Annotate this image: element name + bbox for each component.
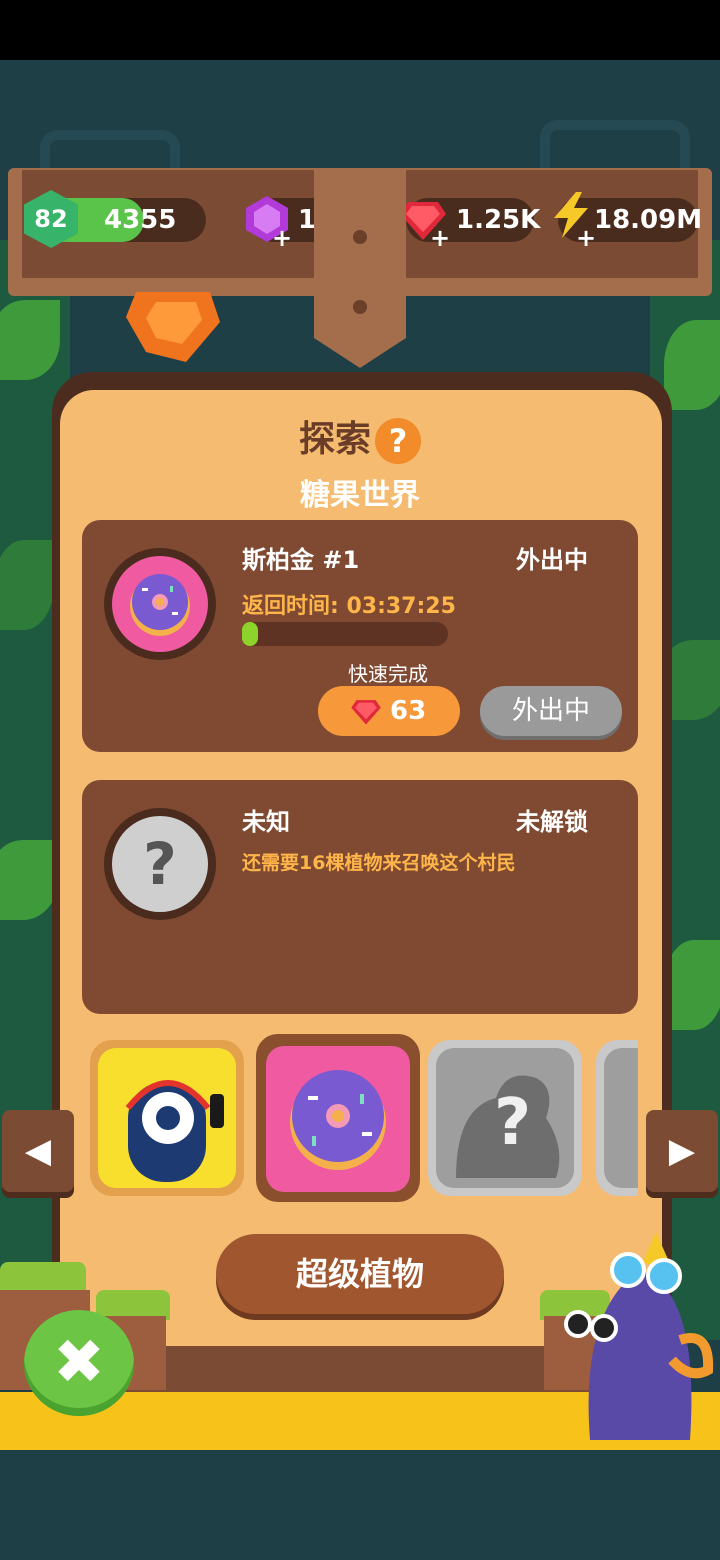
question-mark-icon: ? (112, 816, 208, 912)
unknown-creature-icon: ? (456, 1075, 560, 1178)
bottom-background (0, 1450, 720, 1560)
super-plants-button[interactable]: 超级植物 (216, 1234, 504, 1314)
villager-thumb-unknown[interactable]: ? (428, 1040, 582, 1196)
explore-progress-fill (242, 622, 258, 646)
carousel-prev-button[interactable]: ◀ (2, 1110, 74, 1192)
return-time: 返回时间: 03:37:25 (242, 594, 456, 619)
unlock-requirement: 还需要16棵植物来召唤这个村民 (242, 852, 516, 874)
carousel-next-button[interactable]: ▶ (646, 1110, 718, 1192)
xp-value: 4355 (104, 205, 177, 235)
panel-title-text: 探索 (298, 419, 371, 460)
explore-progress-bar (242, 622, 448, 646)
headphone-monster-icon (125, 1080, 224, 1182)
quick-complete-label: 快速完成 (348, 662, 428, 686)
unknown-creature-icon (604, 1048, 638, 1188)
help-icon[interactable]: ? (375, 418, 421, 464)
donut-monster-icon (290, 1070, 386, 1170)
explorer-mascot (564, 1232, 714, 1440)
locked-villager-name: 未知 (242, 808, 290, 836)
explorer-name: 斯柏金 #1 (242, 546, 360, 574)
locked-avatar[interactable]: ? (104, 808, 216, 920)
villager-thumb-headphone[interactable] (90, 1040, 244, 1196)
panel-title: 探索? (0, 410, 720, 464)
orange-crystal-icon (126, 292, 220, 362)
add-energy-icon[interactable]: + (576, 226, 596, 250)
quick-complete-button[interactable]: 63 (318, 686, 460, 736)
villager-thumb-unknown-partial[interactable] (596, 1040, 638, 1196)
add-purple-gems-icon[interactable]: + (272, 226, 292, 250)
donut-monster-icon (130, 574, 190, 636)
svg-text:?: ? (494, 1086, 531, 1160)
strap-nail (353, 300, 367, 314)
status-bar (0, 0, 720, 60)
explorer-status: 外出中 (516, 546, 588, 574)
energy-value: 18.09M (594, 205, 703, 235)
away-status-button[interactable]: 外出中 (480, 686, 622, 736)
wooden-strap (314, 168, 406, 368)
red-gem-icon (351, 700, 381, 725)
world-name: 糖果世界 (300, 478, 420, 513)
close-button[interactable]: ✖ (24, 1310, 134, 1416)
villager-thumb-donut-selected[interactable] (256, 1034, 420, 1202)
red-gem-value: 1.25K (456, 205, 541, 235)
add-red-gems-icon[interactable]: + (430, 226, 450, 250)
locked-status: 未解锁 (516, 808, 588, 836)
quick-complete-cost: 63 (390, 696, 427, 726)
explorer-avatar[interactable] (104, 548, 216, 660)
strap-nail (353, 230, 367, 244)
